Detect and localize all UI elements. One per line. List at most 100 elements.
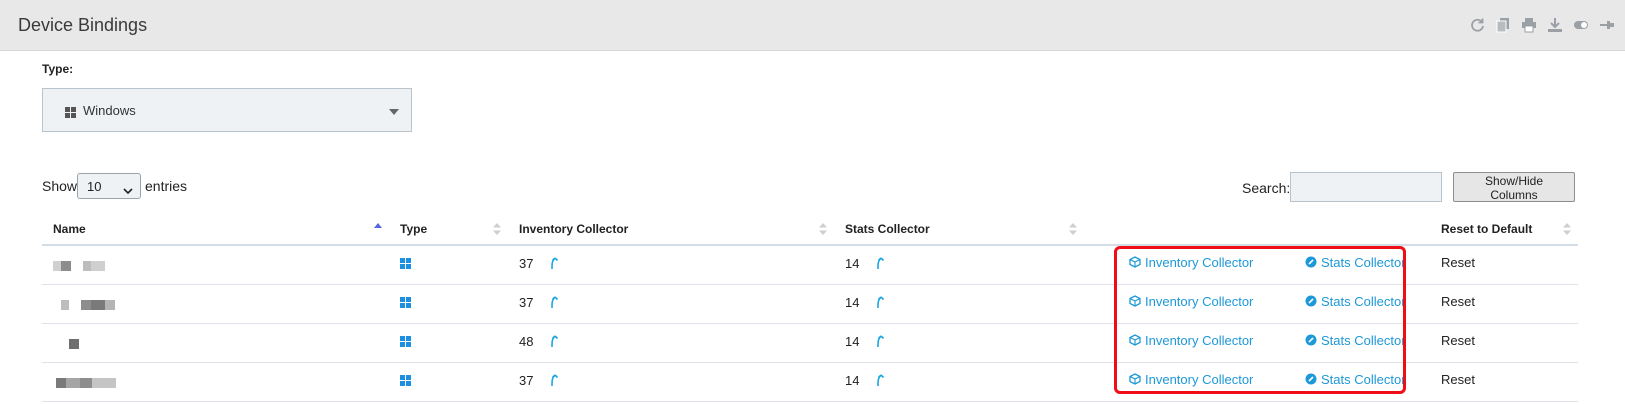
arrow-up-icon[interactable] (875, 295, 885, 312)
stats-count: 14 (845, 372, 860, 388)
column-header-type[interactable]: Type (389, 213, 508, 246)
arrow-up-icon[interactable] (875, 256, 885, 273)
pin-icon[interactable] (1599, 17, 1615, 33)
reset-link[interactable]: Reset (1441, 294, 1475, 309)
column-header-label: Name (53, 221, 86, 236)
redacted-name (69, 335, 79, 350)
redacted-name (56, 374, 116, 389)
inventory-collector-link[interactable]: Inventory Collector (1129, 372, 1253, 387)
toggle-icon[interactable] (1573, 17, 1589, 33)
table-row: 48 14 Inventory Collector Stats Collecto… (42, 323, 1578, 363)
caret-down-icon (389, 109, 399, 115)
refresh-icon[interactable] (1469, 17, 1485, 33)
column-header-reset-to-default[interactable]: Reset to Default (1430, 213, 1578, 246)
windows-icon (400, 296, 411, 311)
sort-icon (818, 222, 828, 239)
cube-icon (1129, 294, 1141, 310)
table-row: 37 14 Inventory Collector Stats Collecto… (42, 362, 1578, 402)
arrow-up-icon[interactable] (549, 256, 559, 273)
column-header-stats-collector[interactable]: Stats Collector (834, 213, 1084, 246)
stats-collector-link-label: Stats Collector (1321, 332, 1406, 348)
device-name-cell (42, 323, 389, 363)
device-bindings-table: Name Type Inventory Collector Stats Coll… (42, 213, 1578, 402)
type-cell (389, 362, 508, 402)
inventory-collector-link[interactable]: Inventory Collector (1129, 333, 1253, 348)
inventory-collector-cell: 37 (508, 284, 834, 324)
actions-cell: Inventory Collector Stats Collector (1084, 323, 1430, 363)
entries-select-value: 10 (87, 179, 102, 194)
inventory-collector-link[interactable]: Inventory Collector (1129, 255, 1253, 270)
redacted-name (61, 296, 115, 311)
reset-cell: Reset (1430, 323, 1578, 363)
inventory-collector-link-label: Inventory Collector (1145, 332, 1254, 348)
arrow-up-icon[interactable] (549, 295, 559, 312)
windows-icon (400, 374, 411, 389)
entries-label: entries (145, 178, 188, 194)
sort-icon (1562, 222, 1572, 239)
cube-icon (1129, 256, 1141, 271)
gauge-icon (1305, 295, 1317, 310)
inventory-collector-link[interactable]: Inventory Collector (1129, 294, 1253, 309)
stats-collector-link-label: Stats Collector (1321, 255, 1406, 270)
copy-icon[interactable] (1495, 17, 1511, 33)
device-name-cell (42, 362, 389, 402)
print-icon[interactable] (1521, 17, 1537, 33)
stats-collector-cell: 14 (834, 284, 1084, 324)
page-title: Device Bindings (18, 15, 148, 35)
type-cell (389, 245, 508, 285)
sort-icon (1068, 222, 1078, 239)
stats-collector-link[interactable]: Stats Collector (1305, 372, 1406, 387)
device-name-cell (42, 284, 389, 324)
show-hide-columns-button[interactable]: Show/Hide Columns (1453, 172, 1575, 202)
download-icon[interactable] (1547, 17, 1563, 33)
actions-cell: Inventory Collector Stats Collector (1084, 245, 1430, 285)
column-header-inventory-collector[interactable]: Inventory Collector (508, 213, 834, 246)
search-input[interactable] (1290, 172, 1442, 202)
entries-select[interactable]: 10 (77, 173, 141, 199)
type-cell (389, 284, 508, 324)
redacted-name (53, 257, 105, 272)
arrow-up-icon[interactable] (875, 373, 885, 390)
column-header-label: Inventory Collector (519, 221, 629, 236)
arrow-up-icon[interactable] (549, 373, 559, 390)
inventory-collector-cell: 48 (508, 323, 834, 363)
reset-link[interactable]: Reset (1441, 372, 1475, 387)
windows-icon (400, 335, 411, 350)
inventory-count: 37 (519, 372, 534, 388)
stats-collector-link-label: Stats Collector (1321, 371, 1406, 387)
column-header-label: Type (400, 221, 428, 236)
windows-icon (65, 105, 76, 123)
stats-collector-link[interactable]: Stats Collector (1305, 255, 1406, 270)
actions-cell: Inventory Collector Stats Collector (1084, 362, 1430, 402)
reset-link[interactable]: Reset (1441, 333, 1475, 348)
table-header-row: Name Type Inventory Collector Stats Coll… (42, 213, 1578, 246)
table-row: 37 14 Inventory Collector Stats Collecto… (42, 284, 1578, 324)
windows-icon (400, 257, 411, 272)
reset-cell: Reset (1430, 245, 1578, 285)
stats-collector-link[interactable]: Stats Collector (1305, 294, 1406, 309)
type-select[interactable]: Windows (42, 88, 412, 132)
stats-collector-cell: 14 (834, 323, 1084, 363)
column-header-label: Reset to Default (1441, 221, 1533, 236)
sort-icon (492, 222, 502, 239)
stats-count: 14 (845, 294, 860, 310)
stats-collector-link[interactable]: Stats Collector (1305, 333, 1406, 348)
gauge-icon (1305, 256, 1317, 271)
stats-collector-cell: 14 (834, 362, 1084, 402)
reset-cell: Reset (1430, 362, 1578, 402)
arrow-up-icon[interactable] (549, 334, 559, 351)
stats-collector-link-label: Stats Collector (1321, 293, 1406, 309)
type-select-value: Windows (83, 103, 136, 118)
inventory-collector-link-label: Inventory Collector (1145, 255, 1254, 270)
inventory-count: 48 (519, 333, 534, 349)
arrow-up-icon[interactable] (875, 334, 885, 351)
stats-count: 14 (845, 256, 860, 272)
device-name-cell (42, 245, 389, 285)
column-header-name[interactable]: Name (42, 213, 389, 246)
panel-header: Device Bindings (0, 0, 1625, 51)
sort-ascending-icon (373, 222, 383, 237)
reset-link[interactable]: Reset (1441, 255, 1475, 270)
cube-icon (1129, 372, 1141, 388)
stats-collector-cell: 14 (834, 245, 1084, 285)
inventory-collector-link-label: Inventory Collector (1145, 293, 1254, 309)
